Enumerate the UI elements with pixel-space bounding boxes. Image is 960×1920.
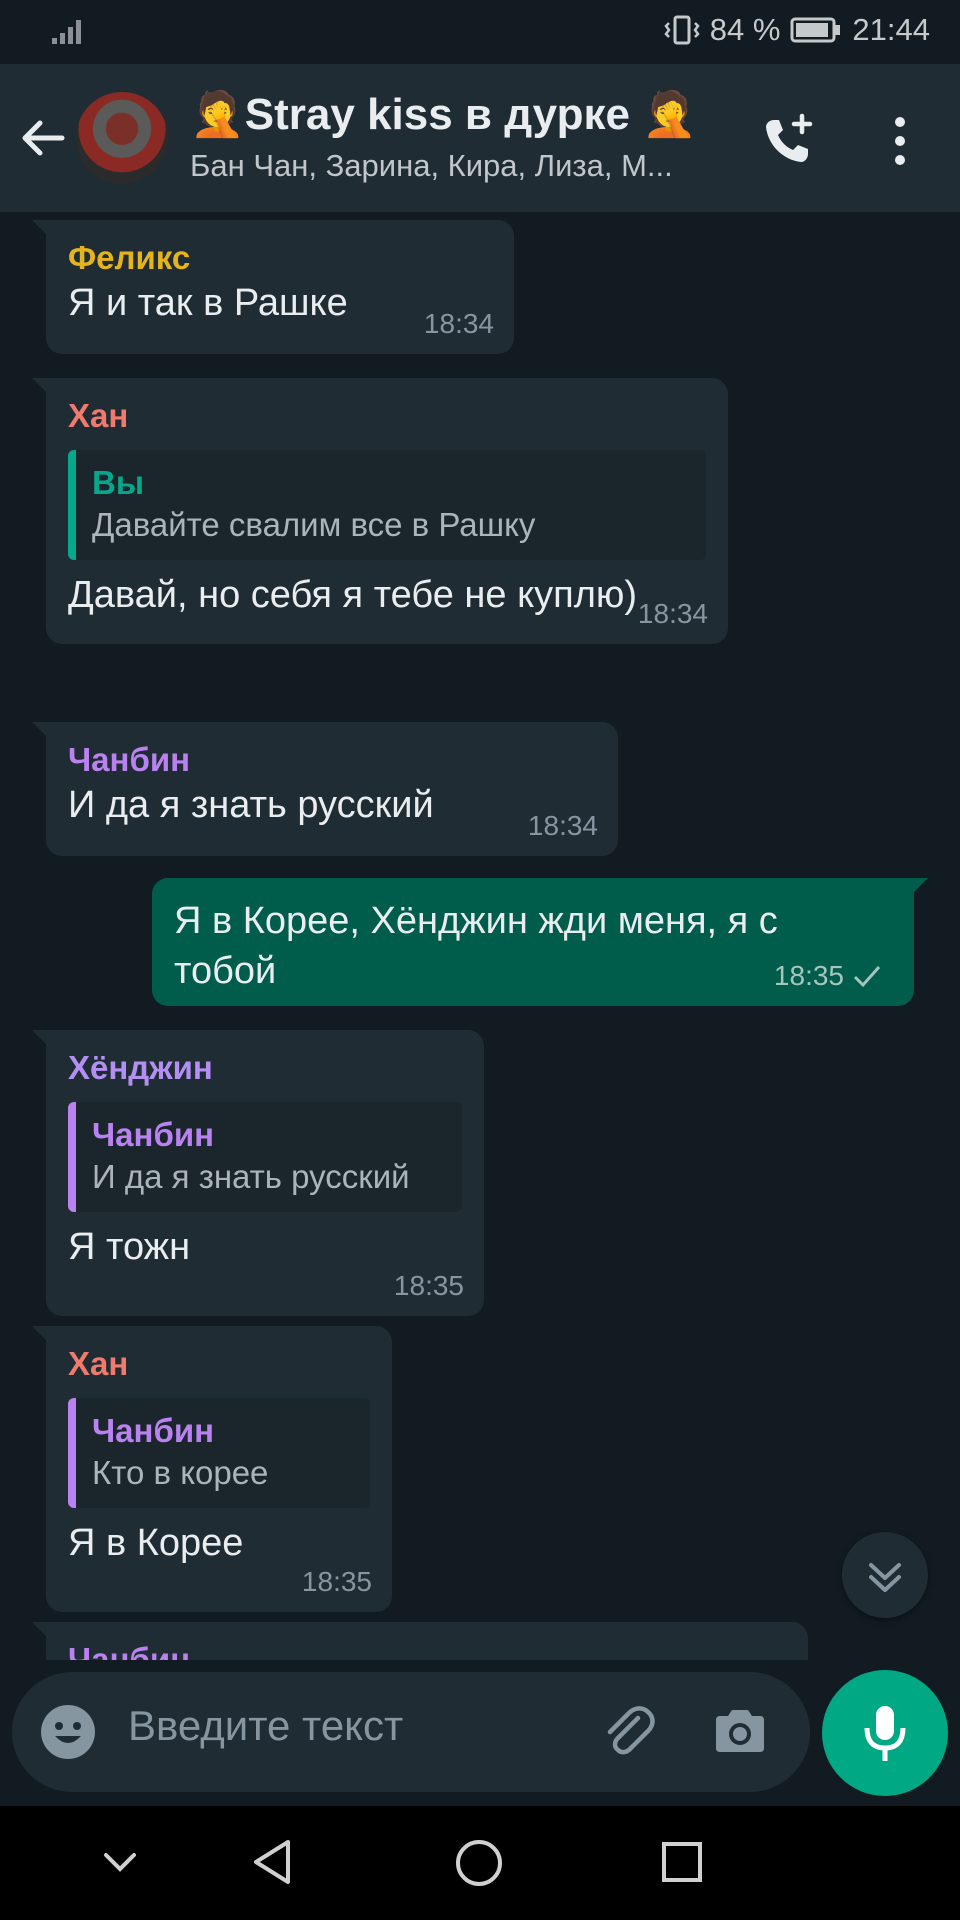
add-call-icon[interactable] bbox=[760, 112, 816, 168]
message-text: Я в Корее, Хёнджин жди меня, я с тобой bbox=[174, 900, 778, 992]
more-vert-icon[interactable] bbox=[890, 116, 910, 166]
message-text: Я в Корее bbox=[68, 1522, 244, 1564]
chat-header: 🤦Stray kiss в дурке 🤦 Бан Чан, Зарина, К… bbox=[0, 64, 960, 212]
sent-check-icon bbox=[853, 966, 881, 988]
sender-name: Чанбин bbox=[68, 741, 191, 778]
camera-icon[interactable] bbox=[712, 1706, 768, 1756]
message-bubble-partial[interactable]: Чанбин bbox=[32, 1622, 808, 1660]
nav-hide-icon[interactable] bbox=[100, 1842, 140, 1882]
message-input[interactable]: Введите текст bbox=[128, 1702, 403, 1750]
nav-recents-icon[interactable] bbox=[660, 1840, 704, 1884]
group-title: 🤦Stray kiss в дурке 🤦 bbox=[190, 90, 697, 139]
battery-icon bbox=[790, 17, 841, 43]
sender-name: Хан bbox=[68, 397, 129, 434]
vibrate-icon bbox=[664, 15, 700, 45]
sender-name: Чанбин bbox=[68, 1641, 191, 1660]
quote-sender: Чанбин bbox=[92, 1116, 215, 1153]
message-text: Давай, но себя я тебе не куплю) bbox=[68, 574, 638, 616]
quote-text: Кто в корее bbox=[92, 1454, 269, 1491]
status-bar: 84 % 21:44 bbox=[0, 0, 960, 64]
message-time: 18:35 bbox=[393, 1270, 464, 1301]
system-navigation-bar bbox=[0, 1806, 960, 1920]
message-bubble[interactable]: Хан Вы Давайте свалим все в Рашку Давай,… bbox=[32, 378, 728, 644]
message-bubble-outgoing[interactable]: Я в Корее, Хёнджин жди меня, я с тобой 1… bbox=[152, 878, 928, 1006]
clock: 21:44 bbox=[852, 12, 930, 47]
group-avatar[interactable] bbox=[76, 92, 168, 184]
message-bubble[interactable]: Хёнджин Чанбин И да я знать русский Я то… bbox=[32, 1030, 484, 1316]
message-text: Я тожн bbox=[68, 1226, 191, 1268]
quote-text: И да я знать русский bbox=[92, 1158, 410, 1195]
message-list[interactable]: Феликс Я и так в Рашке 18:34 Хан Вы Дава… bbox=[0, 212, 960, 1660]
battery-percent: 84 % bbox=[709, 12, 781, 47]
group-members: Бан Чан, Зарина, Кира, Лиза, М... bbox=[190, 148, 673, 183]
emoji-icon[interactable] bbox=[40, 1704, 96, 1760]
message-bubble[interactable]: Чанбин И да я знать русский 18:34 bbox=[32, 722, 618, 856]
mic-icon bbox=[864, 1706, 906, 1761]
signal-icon bbox=[52, 20, 81, 44]
message-composer[interactable]: Введите текст bbox=[12, 1672, 810, 1792]
nav-home-icon[interactable] bbox=[454, 1838, 504, 1888]
scroll-to-bottom-button[interactable] bbox=[842, 1532, 928, 1618]
message-time: 18:34 bbox=[423, 308, 494, 339]
message-time: 18:34 bbox=[637, 598, 708, 629]
sender-name: Хан bbox=[68, 1345, 129, 1382]
chat-title-block[interactable]: 🤦Stray kiss в дурке 🤦 Бан Чан, Зарина, К… bbox=[190, 88, 730, 184]
quoted-message[interactable]: Чанбин Кто в корее bbox=[68, 1398, 370, 1508]
quote-sender: Чанбин bbox=[92, 1412, 215, 1449]
message-time: 18:35 bbox=[301, 1566, 372, 1597]
sender-name: Феликс bbox=[68, 239, 191, 276]
attach-icon[interactable] bbox=[598, 1702, 658, 1762]
message-time: 18:34 bbox=[527, 810, 598, 841]
quote-sender: Вы bbox=[92, 464, 145, 501]
double-chevron-down-icon bbox=[869, 1563, 901, 1592]
quoted-message[interactable]: Вы Давайте свалим все в Рашку bbox=[68, 450, 706, 560]
nav-back-icon[interactable] bbox=[250, 1838, 294, 1886]
quoted-message[interactable]: Чанбин И да я знать русский bbox=[68, 1102, 462, 1212]
back-arrow-icon[interactable] bbox=[18, 114, 66, 162]
message-text: И да я знать русский bbox=[68, 784, 434, 826]
sender-name: Хёнджин bbox=[68, 1049, 213, 1086]
quote-text: Давайте свалим все в Рашку bbox=[92, 506, 536, 543]
message-bubble[interactable]: Феликс Я и так в Рашке 18:34 bbox=[32, 220, 514, 354]
voice-record-button[interactable] bbox=[822, 1670, 948, 1796]
message-time: 18:35 bbox=[773, 960, 844, 991]
message-bubble[interactable]: Хан Чанбин Кто в корее Я в Корее 18:35 bbox=[32, 1326, 392, 1612]
message-time-row: 18:35 bbox=[774, 960, 882, 992]
